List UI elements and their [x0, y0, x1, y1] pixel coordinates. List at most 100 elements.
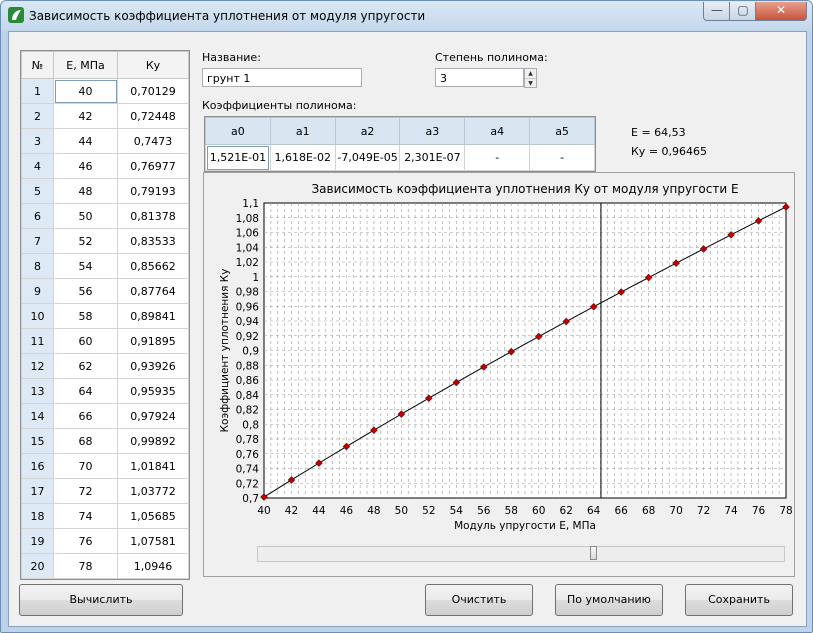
grid-header[interactable]: E, МПа	[53, 51, 118, 79]
ky-value-cell[interactable]: 0,79193	[117, 178, 189, 204]
x-tick-label: 66	[614, 505, 628, 517]
ky-value-cell[interactable]: 0,93926	[117, 353, 189, 379]
ky-value-cell[interactable]: 1,07581	[117, 528, 189, 554]
y-tick-label: 0,94	[236, 316, 260, 328]
grid-header[interactable]: Ку	[117, 51, 189, 79]
e-value-cell[interactable]: 54	[53, 253, 118, 279]
coef-value-cell[interactable]: -7,049E-05	[334, 144, 401, 171]
table-row[interactable]: 10 58 0,89841	[21, 303, 189, 329]
e-value-cell[interactable]: 60	[53, 328, 118, 354]
grid-header[interactable]: №	[21, 51, 54, 79]
data-grid[interactable]: № E, МПа Ку 1 40 0,70129 2 42 0,72448 3 44 0,7473 4…	[20, 50, 190, 580]
table-row[interactable]: 1 40 0,70129	[21, 78, 189, 104]
table-row[interactable]: 12 62 0,93926	[21, 353, 189, 379]
table-row[interactable]: 5 48 0,79193	[21, 178, 189, 204]
title-bar[interactable]: Зависимость коэффициента уплотнения от м…	[1, 1, 812, 31]
ky-value-cell[interactable]: 1,01841	[117, 453, 189, 479]
x-tick-label: 72	[697, 505, 710, 517]
ky-value-cell[interactable]: 0,83533	[117, 228, 189, 254]
clear-button[interactable]: Очистить	[425, 584, 533, 616]
e-value-cell[interactable]: 72	[53, 478, 118, 504]
ky-value-cell[interactable]: 1,0946	[117, 553, 189, 579]
e-value-cell[interactable]: 74	[53, 503, 118, 529]
ky-value-cell[interactable]: 0,97924	[117, 403, 189, 429]
calculate-button[interactable]: Вычислить	[19, 584, 183, 616]
row-number: 9	[21, 278, 54, 304]
table-row[interactable]: 13 64 0,95935	[21, 378, 189, 404]
row-number: 3	[21, 128, 54, 154]
e-value-cell[interactable]: 56	[53, 278, 118, 304]
ky-value-cell[interactable]: 0,91895	[117, 328, 189, 354]
coef-header: a1	[269, 117, 336, 145]
save-button[interactable]: Сохранить	[685, 584, 793, 616]
table-row[interactable]: 20 78 1,0946	[21, 553, 189, 579]
table-row[interactable]: 8 54 0,85662	[21, 253, 189, 279]
ky-value-cell[interactable]: 0,85662	[117, 253, 189, 279]
spin-down-icon[interactable]: ▼	[525, 79, 536, 88]
ky-value-cell[interactable]: 0,89841	[117, 303, 189, 329]
table-row[interactable]: 19 76 1,07581	[21, 528, 189, 554]
degree-spinner[interactable]: ▲ ▼	[524, 68, 537, 88]
spin-up-icon[interactable]: ▲	[525, 69, 536, 79]
y-axis-label: Коэффициент уплотнения Ку	[219, 269, 231, 433]
table-row[interactable]: 9 56 0,87764	[21, 278, 189, 304]
y-tick-label: 0,76	[236, 449, 260, 461]
ky-value-cell[interactable]: 0,76977	[117, 153, 189, 179]
table-row[interactable]: 16 70 1,01841	[21, 453, 189, 479]
close-button[interactable]: ✕	[755, 2, 807, 21]
table-row[interactable]: 17 72 1,03772	[21, 478, 189, 504]
coef-value-cell[interactable]: 2,301E-07	[399, 144, 466, 171]
ky-value-cell[interactable]: 0,7473	[117, 128, 189, 154]
coef-value-cell[interactable]: -	[529, 144, 595, 171]
maximize-button[interactable]: ▢	[729, 2, 757, 21]
table-row[interactable]: 6 50 0,81378	[21, 203, 189, 229]
e-value-cell[interactable]: 76	[53, 528, 118, 554]
coef-value-cell[interactable]: 1,618E-02	[269, 144, 336, 171]
table-row[interactable]: 14 66 0,97924	[21, 403, 189, 429]
ky-value-cell[interactable]: 0,72448	[117, 103, 189, 129]
y-tick-label: 1,02	[236, 257, 259, 269]
e-value-cell[interactable]: 46	[53, 153, 118, 179]
table-row[interactable]: 15 68 0,99892	[21, 428, 189, 454]
x-axis-label: Модуль упругости Е, МПа	[454, 520, 596, 532]
e-value-cell[interactable]: 62	[53, 353, 118, 379]
ky-value-cell[interactable]: 0,95935	[117, 378, 189, 404]
table-row[interactable]: 18 74 1,05685	[21, 503, 189, 529]
x-tick-label: 68	[642, 505, 655, 517]
coef-header: a5	[529, 117, 595, 145]
e-value-cell[interactable]: 58	[53, 303, 118, 329]
result-e: E = 64,53	[631, 126, 686, 139]
ky-value-cell[interactable]: 0,70129	[117, 78, 189, 104]
coef-value-cell[interactable]: 1,521E-01	[205, 144, 271, 171]
table-row[interactable]: 7 52 0,83533	[21, 228, 189, 254]
coef-grid[interactable]: a0 a1 a2 a3 a4 a5 1,521E-01 1,618E-02 -7,049E-0…	[204, 116, 596, 172]
e-value-cell[interactable]: 42	[53, 103, 118, 129]
coef-value-cell[interactable]: -	[464, 144, 531, 171]
chart-slider-thumb[interactable]	[589, 546, 597, 560]
ky-value-cell[interactable]: 0,99892	[117, 428, 189, 454]
ky-value-cell[interactable]: 1,03772	[117, 478, 189, 504]
e-value-cell[interactable]: 70	[53, 453, 118, 479]
table-row[interactable]: 2 42 0,72448	[21, 103, 189, 129]
e-value-cell[interactable]: 64	[53, 378, 118, 404]
e-value-cell[interactable]: 68	[53, 428, 118, 454]
table-row[interactable]: 4 46 0,76977	[21, 153, 189, 179]
degree-input[interactable]: 3	[435, 68, 524, 87]
e-value-cell[interactable]: 44	[53, 128, 118, 154]
e-value-cell[interactable]: 50	[53, 203, 118, 229]
coef-header: a2	[334, 117, 401, 145]
chart-slider-track[interactable]	[257, 546, 785, 562]
e-value-cell[interactable]: 66	[53, 403, 118, 429]
e-value-cell[interactable]: 52	[53, 228, 118, 254]
e-value-cell[interactable]: 40	[53, 78, 118, 104]
table-row[interactable]: 11 60 0,91895	[21, 328, 189, 354]
name-input[interactable]: грунт 1	[202, 68, 362, 87]
ky-value-cell[interactable]: 0,81378	[117, 203, 189, 229]
default-button[interactable]: По умолчанию	[555, 584, 663, 616]
e-value-cell[interactable]: 48	[53, 178, 118, 204]
minimize-button[interactable]: —	[703, 2, 731, 21]
ky-value-cell[interactable]: 1,05685	[117, 503, 189, 529]
table-row[interactable]: 3 44 0,7473	[21, 128, 189, 154]
ky-value-cell[interactable]: 0,87764	[117, 278, 189, 304]
e-value-cell[interactable]: 78	[53, 553, 118, 579]
